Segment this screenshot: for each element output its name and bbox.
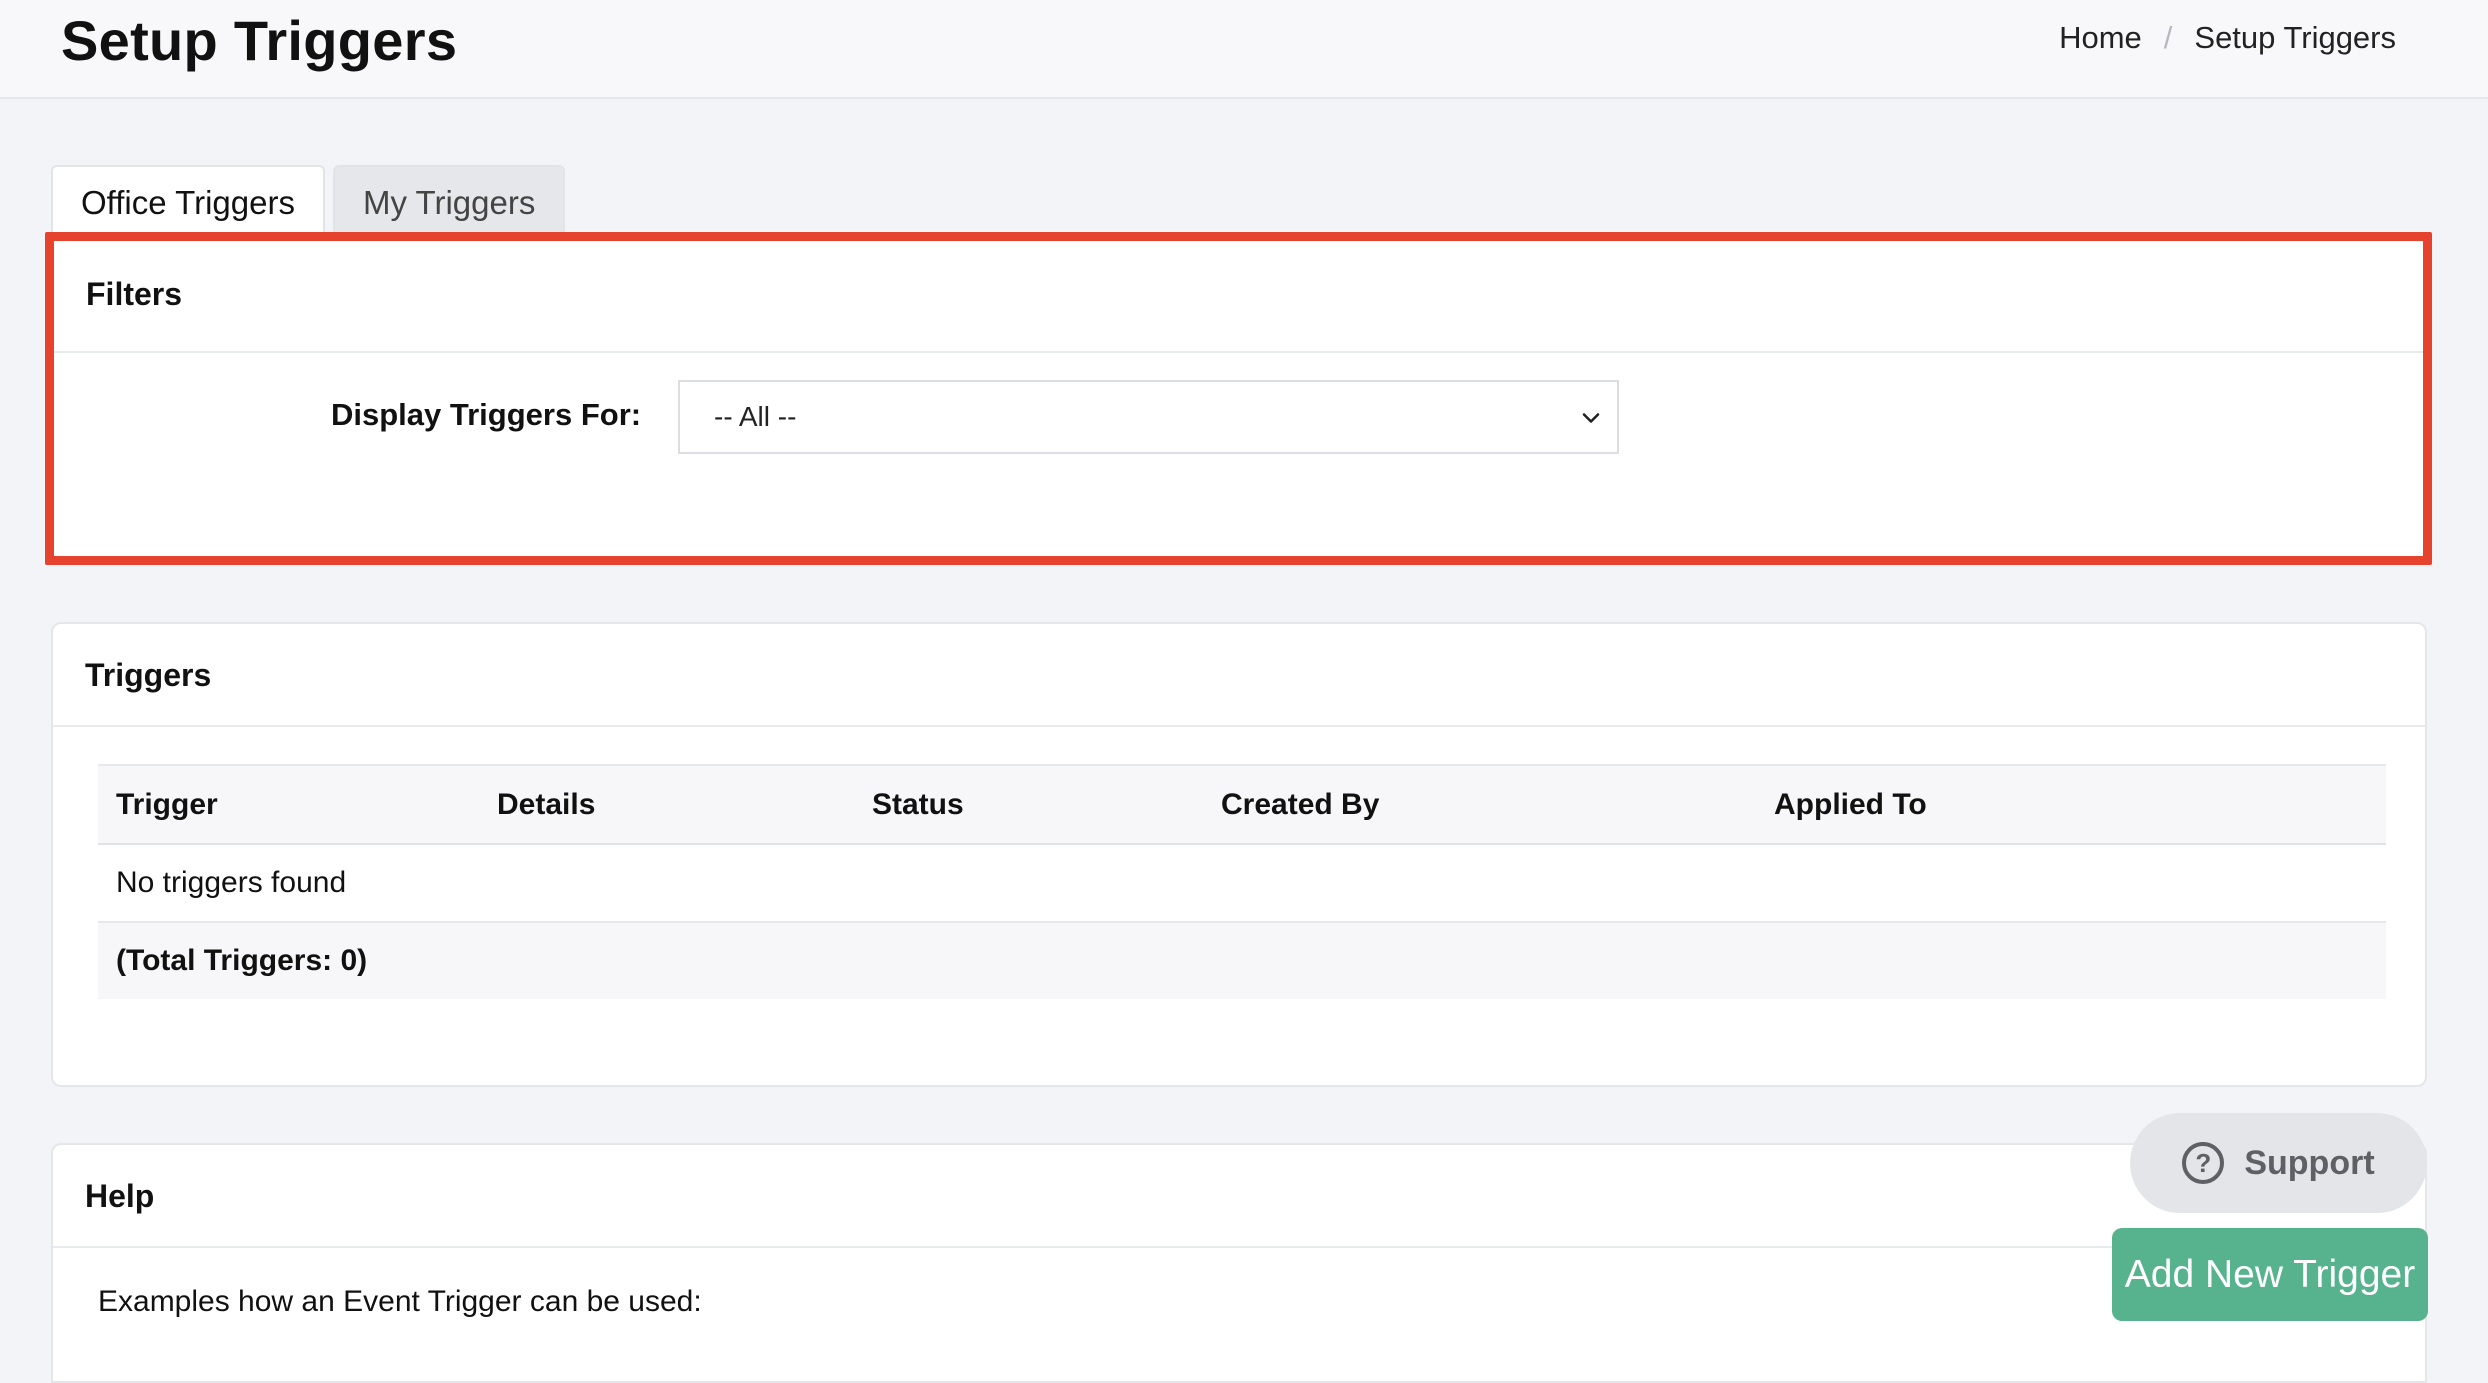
breadcrumb-separator: /	[2163, 20, 2173, 55]
table-row: No triggers found	[98, 844, 2386, 923]
support-button[interactable]: ? Support	[2130, 1113, 2427, 1213]
triggers-table: Trigger Details Status Created By Applie…	[98, 764, 2386, 999]
column-header-details: Details	[479, 764, 854, 845]
help-panel: Help Examples how an Event Trigger can b…	[51, 1143, 2427, 1383]
question-circle-icon: ?	[2182, 1142, 2225, 1184]
total-triggers: (Total Triggers: 0)	[98, 922, 2386, 999]
triggers-panel: Triggers Trigger Details Status Created …	[51, 622, 2427, 1087]
support-label: Support	[2244, 1143, 2375, 1182]
column-header-created-by: Created By	[1203, 764, 1756, 845]
tab-my-triggers[interactable]: My Triggers	[332, 165, 566, 233]
triggers-title: Triggers	[53, 624, 2425, 727]
column-header-trigger: Trigger	[98, 764, 479, 845]
table-header-row: Trigger Details Status Created By Applie…	[98, 764, 2386, 845]
display-triggers-label: Display Triggers For:	[331, 397, 642, 432]
add-new-trigger-button[interactable]: Add New Trigger	[2112, 1228, 2428, 1321]
page-title: Setup Triggers	[61, 9, 458, 72]
filters-panel: Filters Display Triggers For: -- All --	[45, 232, 2432, 565]
help-title: Help	[53, 1145, 2425, 1248]
column-header-applied-to: Applied To	[1756, 764, 2386, 845]
help-intro: Examples how an Event Trigger can be use…	[98, 1285, 702, 1318]
breadcrumb-home-link[interactable]: Home	[2059, 20, 2142, 56]
tab-office-triggers[interactable]: Office Triggers	[51, 165, 325, 233]
empty-message: No triggers found	[98, 844, 2386, 923]
tab-bar: Office Triggers My Triggers	[51, 165, 573, 233]
chevron-down-icon	[1582, 413, 1600, 423]
select-value: -- All --	[714, 401, 797, 432]
display-triggers-select[interactable]: -- All --	[678, 380, 1619, 454]
filters-title: Filters	[54, 241, 2423, 353]
column-header-status: Status	[854, 764, 1203, 845]
breadcrumb-current: Setup Triggers	[2194, 20, 2396, 55]
breadcrumb: Home / Setup Triggers	[2059, 20, 2396, 56]
table-total-row: (Total Triggers: 0)	[98, 922, 2386, 999]
page-header: Setup Triggers Home / Setup Triggers	[0, 0, 2488, 99]
